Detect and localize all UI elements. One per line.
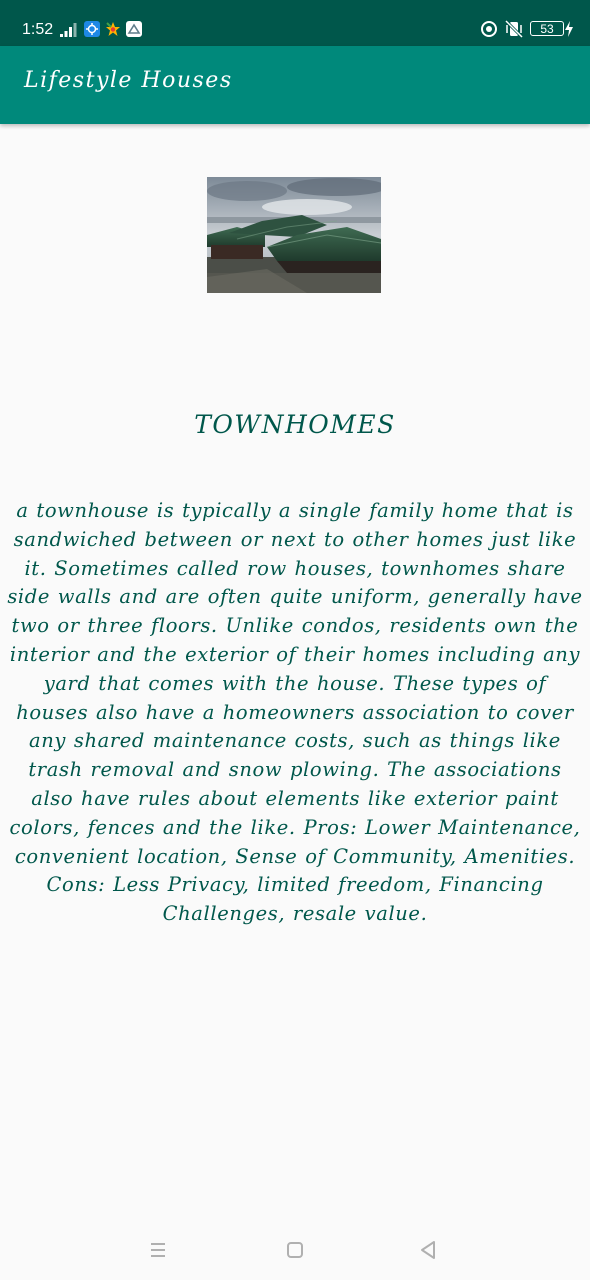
back-icon[interactable] bbox=[412, 1234, 444, 1266]
app-bar: Lifestyle Houses bbox=[0, 46, 590, 124]
townhome-photo-graphic bbox=[207, 177, 381, 293]
charging-icon bbox=[565, 21, 573, 37]
signal-icon bbox=[60, 23, 77, 37]
home-icon[interactable] bbox=[279, 1234, 311, 1266]
vpn-icon bbox=[84, 21, 100, 37]
battery-icon: 53 bbox=[530, 21, 564, 36]
gallery-icon bbox=[126, 21, 142, 37]
vibrate-icon bbox=[504, 19, 524, 39]
app-title: Lifestyle Houses bbox=[24, 68, 233, 93]
app-icon bbox=[106, 22, 120, 36]
data-saver-icon bbox=[481, 21, 497, 37]
townhome-photo bbox=[207, 177, 381, 293]
description-text: a townhouse is typically a single family… bbox=[7, 499, 583, 926]
page-heading: TOWNHOMES bbox=[194, 410, 396, 439]
status-bar: 1:52 53 bbox=[0, 0, 590, 46]
recents-icon[interactable] bbox=[142, 1234, 174, 1266]
navigation-bar bbox=[0, 1220, 590, 1280]
status-time: 1:52 bbox=[22, 21, 54, 38]
